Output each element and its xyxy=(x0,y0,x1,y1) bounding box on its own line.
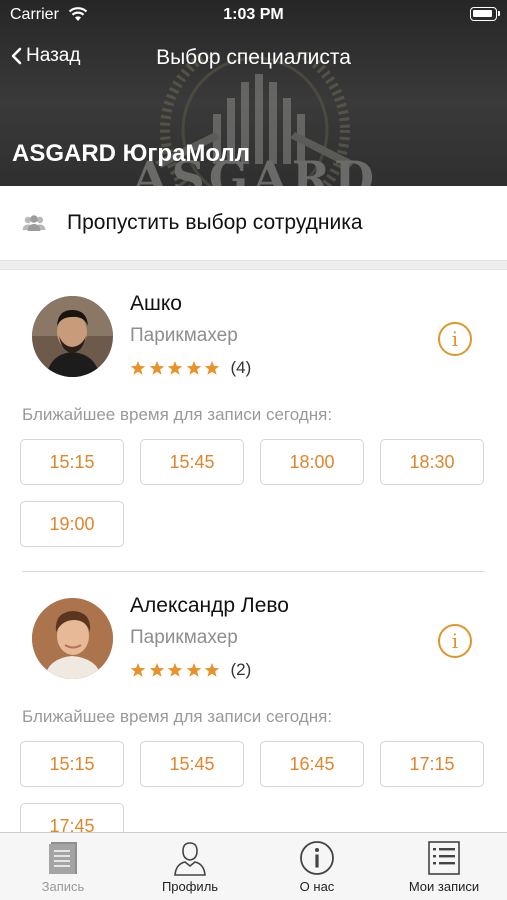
tab-bar: Запись Профиль О нас Мои записи xyxy=(0,832,507,900)
star-icon xyxy=(186,361,201,375)
time-slot-button[interactable]: 16:45 xyxy=(260,741,364,787)
tab-booking[interactable]: Запись xyxy=(0,833,126,900)
star-icon xyxy=(149,663,164,677)
tab-label: Профиль xyxy=(161,879,219,894)
tab-my-bookings[interactable]: Мои записи xyxy=(381,833,507,900)
time-slot-button[interactable]: 15:45 xyxy=(140,741,244,787)
nearest-time-label: Ближайшее время для записи сегодня: xyxy=(22,707,333,726)
avatar[interactable] xyxy=(32,296,113,377)
rating-stars: (2) xyxy=(130,660,251,680)
star-icon xyxy=(130,663,146,677)
header: ASGARD Carrier 1:03 PM Назад Выбор специ… xyxy=(0,0,507,186)
specialist-photo xyxy=(32,296,113,377)
time-slot-button[interactable]: 17:15 xyxy=(380,741,484,787)
info-button[interactable]: i xyxy=(438,624,472,658)
star-icon xyxy=(186,663,201,677)
status-bar: Carrier 1:03 PM xyxy=(0,0,507,30)
screen: ASGARD Carrier 1:03 PM Назад Выбор специ… xyxy=(0,0,507,900)
book-icon xyxy=(49,842,77,874)
time-slot-button[interactable]: 18:30 xyxy=(380,439,484,485)
star-icon xyxy=(167,663,183,677)
info-icon xyxy=(300,841,334,875)
star-icon xyxy=(204,663,220,677)
time-slot-button[interactable]: 15:15 xyxy=(20,741,124,787)
time-slot-button[interactable]: 18:00 xyxy=(260,439,364,485)
specialist-name: Ашко xyxy=(130,292,182,315)
star-icon xyxy=(204,361,220,375)
battery-icon xyxy=(470,7,500,21)
info-icon: i xyxy=(451,327,459,351)
star-icon xyxy=(149,361,164,375)
rating-stars: (4) xyxy=(130,358,251,378)
divider xyxy=(22,571,485,572)
specialist-role: Парикмахер xyxy=(130,325,238,346)
tab-profile[interactable]: Профиль xyxy=(127,833,253,900)
time-slot-button[interactable]: 19:00 xyxy=(20,501,124,547)
avatar[interactable] xyxy=(32,598,113,679)
tab-label: Запись xyxy=(41,879,85,894)
time-slot-button[interactable]: 15:15 xyxy=(20,439,124,485)
specialist-photo xyxy=(32,598,113,679)
tab-label: Мои записи xyxy=(408,879,480,894)
profile-icon xyxy=(174,842,206,876)
time-slot-button[interactable]: 15:45 xyxy=(140,439,244,485)
specialist-name: Александр Лево xyxy=(130,594,289,617)
review-count: (2) xyxy=(230,660,252,679)
status-time: 1:03 PM xyxy=(223,6,284,23)
star-icon xyxy=(130,361,146,375)
star-icon xyxy=(167,361,183,375)
list-icon xyxy=(428,841,460,875)
specialist-role: Парикмахер xyxy=(130,627,238,648)
nearest-time-label: Ближайшее время для записи сегодня: xyxy=(22,405,333,424)
review-count: (4) xyxy=(230,358,252,377)
skip-employee-label: Пропустить выбор сотрудника xyxy=(67,211,363,234)
section-separator xyxy=(0,260,507,270)
info-button[interactable]: i xyxy=(438,322,472,356)
skip-employee-row[interactable]: Пропустить выбор сотрудника xyxy=(0,186,507,260)
salon-name: ASGARD ЮграМолл xyxy=(12,140,250,167)
info-icon: i xyxy=(451,629,459,653)
tab-label: О нас xyxy=(299,879,335,894)
group-icon xyxy=(22,215,46,231)
tab-about[interactable]: О нас xyxy=(254,833,380,900)
nav-title: Выбор специалиста xyxy=(156,46,351,69)
